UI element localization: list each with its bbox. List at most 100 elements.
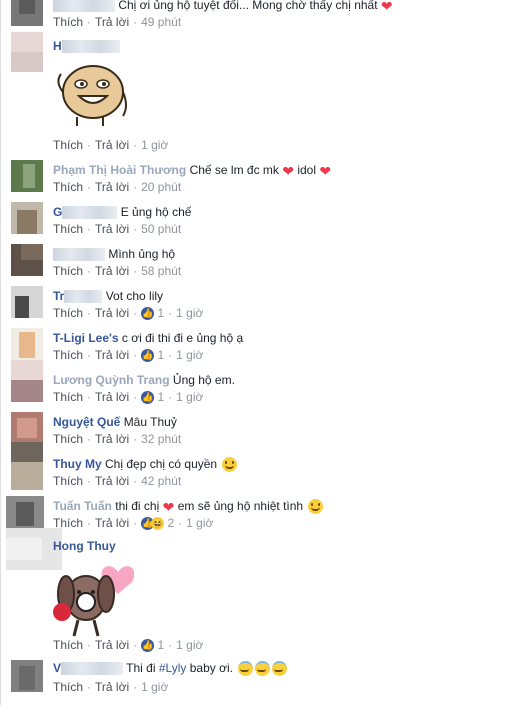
- reaction-count[interactable]: 1: [157, 348, 164, 362]
- comment-actions: Thích · Trả lời · 32 phút: [53, 432, 182, 446]
- avatar[interactable]: [11, 0, 43, 26]
- timestamp[interactable]: 1 giờ: [176, 306, 203, 320]
- avatar[interactable]: [11, 328, 43, 360]
- comment-actions: Thích · Trả lời · 👍😆 2 · 1 giờ: [53, 516, 214, 531]
- like-reaction-icon[interactable]: 👍: [141, 307, 155, 321]
- commenter-name[interactable]: Tuấn Tuấn: [53, 499, 112, 513]
- like-button[interactable]: Thích: [53, 264, 83, 278]
- reply-button[interactable]: Trả lời: [95, 348, 129, 362]
- redacted-name: [61, 40, 120, 54]
- haha-reaction-icon[interactable]: 😆: [151, 517, 165, 531]
- avatar[interactable]: [11, 412, 43, 444]
- reply-button[interactable]: Trả lời: [95, 680, 129, 694]
- heart-icon: ❤: [282, 162, 294, 179]
- avatar[interactable]: [6, 496, 44, 530]
- commenter-name[interactable]: H: [53, 39, 62, 53]
- timestamp[interactable]: 1 giờ: [186, 516, 213, 530]
- reply-button[interactable]: Trả lời: [95, 516, 129, 530]
- reply-button[interactable]: Trả lời: [95, 474, 129, 488]
- like-button[interactable]: Thích: [53, 432, 83, 446]
- comment-text: Mâu Thuỷ: [123, 415, 177, 429]
- avatar[interactable]: [11, 244, 43, 276]
- timestamp[interactable]: 32 phút: [141, 432, 181, 446]
- comment-actions: Thích · Trả lời · 49 phút: [53, 15, 182, 29]
- avatar[interactable]: [11, 660, 43, 692]
- like-reaction-icon[interactable]: 👍: [141, 639, 155, 653]
- comment-actions: Thích · Trả lời · 58 phút: [53, 264, 182, 278]
- timestamp[interactable]: 1 giờ: [176, 638, 203, 652]
- timestamp[interactable]: 49 phút: [141, 15, 181, 29]
- comment-actions: Thích · Trả lời · 👍 1 · 1 giờ: [53, 638, 204, 653]
- timestamp[interactable]: 58 phút: [141, 264, 181, 278]
- like-button[interactable]: Thích: [53, 638, 83, 652]
- like-button[interactable]: Thích: [53, 180, 83, 194]
- reply-button[interactable]: Trả lời: [95, 180, 129, 194]
- commenter-name[interactable]: Nguyệt Quế: [53, 415, 120, 429]
- reply-button[interactable]: Trả lời: [95, 138, 129, 152]
- commenter-name[interactable]: G: [53, 205, 62, 219]
- smiley-icon: [308, 499, 324, 515]
- like-button[interactable]: Thích: [53, 680, 83, 694]
- reply-button[interactable]: Trả lời: [95, 222, 129, 236]
- reaction-count[interactable]: 1: [157, 306, 164, 320]
- like-button[interactable]: Thích: [53, 15, 83, 29]
- like-button[interactable]: Thích: [53, 348, 83, 362]
- commenter-name[interactable]: T-Ligi Lee's: [53, 331, 119, 345]
- commenter-name[interactable]: Tr: [53, 289, 64, 303]
- like-button[interactable]: Thích: [53, 306, 83, 320]
- timestamp[interactable]: 42 phút: [141, 474, 181, 488]
- avatar[interactable]: [11, 32, 43, 72]
- commenter-name[interactable]: Lương Quỳnh Trang: [53, 373, 170, 387]
- like-reaction-icon[interactable]: 👍: [141, 349, 155, 363]
- timestamp[interactable]: 1 giờ: [176, 390, 203, 404]
- reply-button[interactable]: Trả lời: [95, 306, 129, 320]
- comment-text: Chị ơi ủng hộ tuyệt đối... Mong chờ thấy…: [118, 0, 378, 12]
- reaction-count[interactable]: 1: [157, 638, 164, 652]
- like-button[interactable]: Thích: [53, 390, 83, 404]
- reply-button[interactable]: Trả lời: [95, 390, 129, 404]
- like-reaction-icon[interactable]: 👍: [141, 391, 155, 405]
- avatar[interactable]: [11, 160, 43, 192]
- avatar[interactable]: [11, 202, 43, 234]
- heart-icon: ❤: [319, 162, 332, 179]
- hashtag-link[interactable]: #Lyly: [159, 661, 187, 675]
- reply-button[interactable]: Trả lời: [95, 432, 129, 446]
- timestamp[interactable]: 20 phút: [141, 180, 181, 194]
- avatar[interactable]: [11, 360, 43, 402]
- comment-text-continued: idol: [297, 163, 317, 177]
- commenter-name[interactable]: V: [53, 661, 61, 675]
- avatar[interactable]: [11, 442, 43, 490]
- like-button[interactable]: Thích: [53, 138, 83, 152]
- reaction-count[interactable]: 2: [167, 516, 174, 530]
- redacted-name: [64, 290, 103, 304]
- comment-text: Mình ủng hộ: [108, 247, 176, 261]
- reaction-count[interactable]: 1: [157, 390, 164, 404]
- angel-emoji-icon: [238, 661, 254, 677]
- redacted-name: [53, 0, 115, 13]
- smiley-icon: [222, 457, 238, 473]
- like-button[interactable]: Thích: [53, 222, 83, 236]
- comment-actions: Thích · Trả lời · 👍 1 · 1 giờ: [53, 390, 204, 405]
- redacted-name: [53, 248, 105, 262]
- comment-text: c ơi đi thi đi e ủng hộ ạ: [121, 331, 244, 345]
- like-button[interactable]: Thích: [53, 474, 83, 488]
- smiling-bear-sticker[interactable]: [53, 62, 131, 128]
- commenter-name[interactable]: Thuy My: [53, 457, 102, 471]
- comment-actions: Thích · Trả lời · 50 phút: [53, 222, 182, 236]
- comment-actions: Thích · Trả lời · 👍 1 · 1 giờ: [53, 306, 204, 321]
- comment-text: Ủng hộ em.: [172, 373, 235, 387]
- avatar[interactable]: [11, 286, 43, 318]
- commenter-name[interactable]: Phạm Thị Hoài Thương: [53, 163, 186, 177]
- commenter-name[interactable]: Hong Thuy: [53, 539, 116, 553]
- comment-text: Thi đi: [126, 661, 156, 675]
- comment-text-continued: em sẽ ủng hộ nhiệt tình: [177, 499, 304, 513]
- reply-button[interactable]: Trả lời: [95, 264, 129, 278]
- timestamp[interactable]: 1 giờ: [176, 348, 203, 362]
- timestamp[interactable]: 1 giờ: [141, 680, 168, 694]
- reply-button[interactable]: Trả lời: [95, 15, 129, 29]
- puppy-heart-sticker[interactable]: [48, 554, 135, 638]
- timestamp[interactable]: 50 phút: [141, 222, 181, 236]
- timestamp[interactable]: 1 giờ: [141, 138, 168, 152]
- redacted-name: [62, 206, 118, 220]
- reply-button[interactable]: Trả lời: [95, 638, 129, 652]
